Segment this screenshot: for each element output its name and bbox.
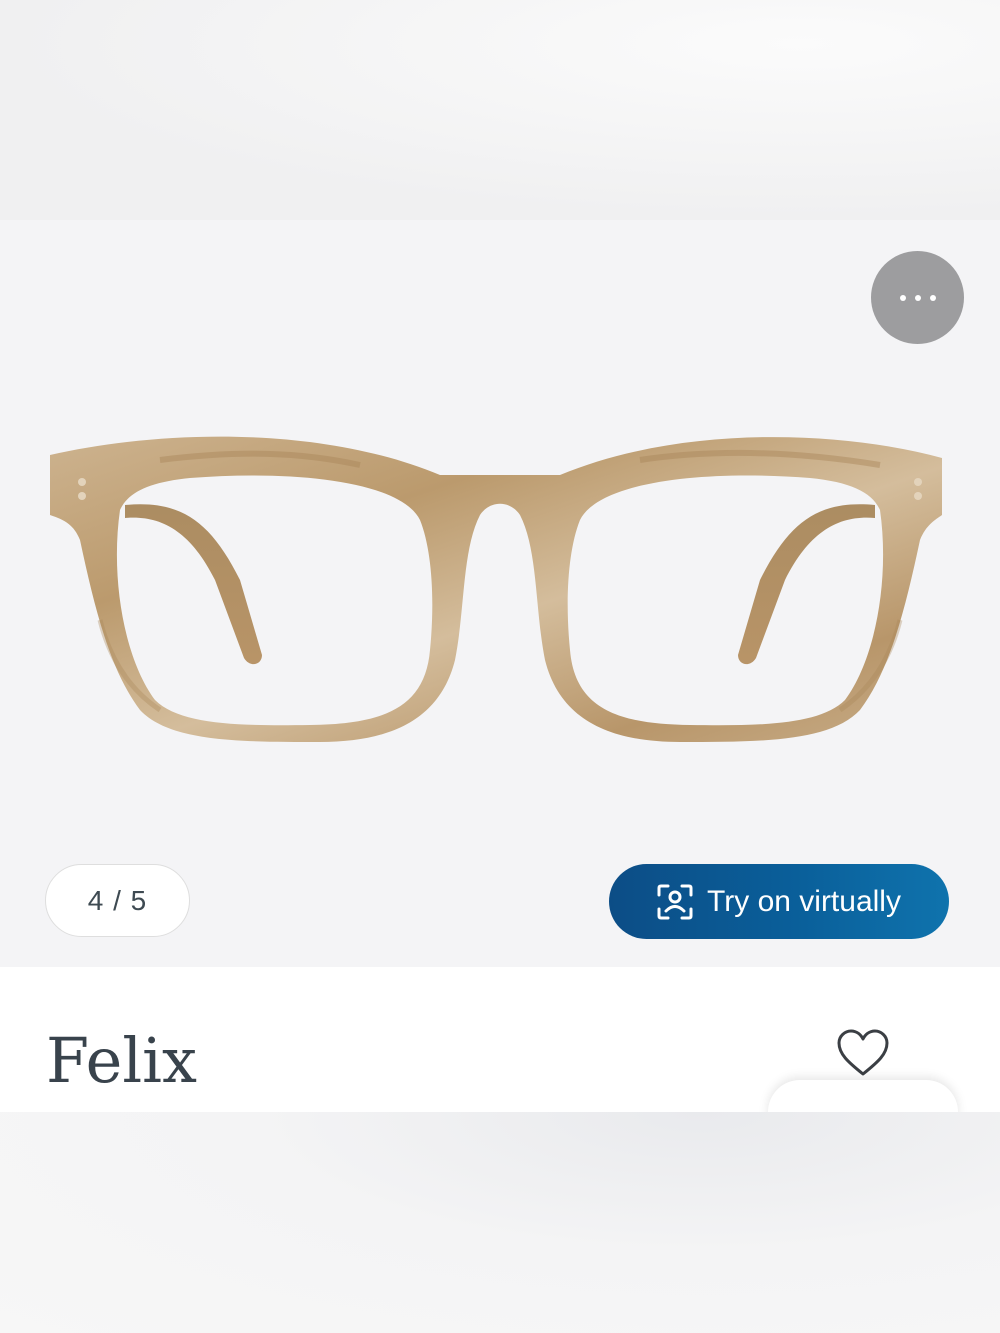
ellipsis-dot	[929, 294, 936, 301]
try-on-label: Try on virtually	[707, 884, 901, 918]
more-options-button[interactable]	[871, 251, 964, 344]
ellipsis-dot	[914, 294, 921, 301]
image-counter-text: 4 / 5	[87, 884, 148, 916]
ellipsis-icon	[899, 294, 906, 301]
blurred-footer-area	[0, 1112, 1000, 1333]
face-scan-icon	[657, 884, 693, 919]
image-counter: 4 / 5	[45, 864, 190, 937]
product-name: Felix	[46, 1024, 197, 1097]
eyeglasses-product-image	[50, 436, 942, 742]
product-detail-page: 4 / 5 Try on virtually Felix	[0, 0, 1000, 1333]
heart-outline-icon[interactable]	[836, 1028, 890, 1078]
try-on-virtually-button[interactable]: Try on virtually	[609, 864, 949, 939]
blurred-header-area	[0, 0, 1000, 220]
